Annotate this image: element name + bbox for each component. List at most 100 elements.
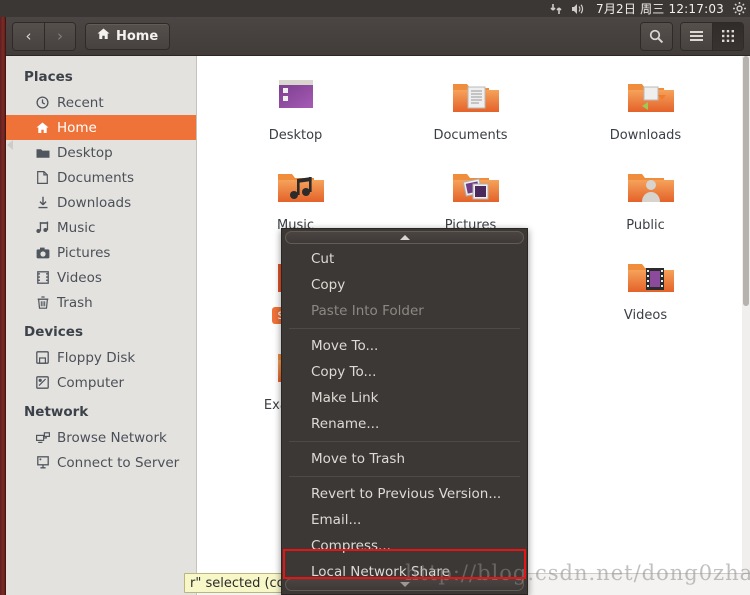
sidebar-section-devices: Devices: [24, 324, 83, 340]
menu-item-paste-into-folder: Paste Into Folder: [311, 303, 424, 319]
header-right-buttons: [640, 21, 744, 51]
breadcrumb-label: Home: [116, 28, 159, 44]
navigation-buttons: ‹ ›: [12, 21, 76, 51]
computer-icon: [35, 376, 50, 389]
scrollbar-thumb[interactable]: [743, 56, 749, 306]
home-icon: [97, 28, 110, 44]
sidebar-item-label: Trash: [57, 294, 93, 311]
videos-folder-icon: [618, 254, 674, 302]
menu-item-move-to-trash[interactable]: Move to Trash: [282, 446, 527, 472]
file-item-desktop[interactable]: Desktop: [218, 70, 373, 144]
network-icon: [35, 431, 50, 444]
menu-item-move-to[interactable]: Move To...: [282, 333, 527, 359]
file-item-downloads[interactable]: Downloads: [568, 70, 723, 144]
sidebar-item-label: Pictures: [57, 244, 111, 261]
sidebar-item-videos[interactable]: Videos: [6, 265, 196, 290]
sidebar-item-label: Desktop: [57, 144, 113, 161]
file-item-public[interactable]: Public: [568, 160, 723, 234]
download-icon: [35, 196, 50, 209]
file-item-music[interactable]: Music: [218, 160, 373, 234]
sidebar-collapse-arrow-icon[interactable]: [6, 140, 13, 150]
file-item-label: Public: [626, 218, 665, 233]
file-item-label: Desktop: [268, 128, 323, 143]
sidebar-item-label: Music: [57, 219, 96, 236]
floppy-icon: [35, 351, 50, 364]
folder-icon: [35, 147, 50, 159]
sidebar-item-computer[interactable]: Computer: [6, 370, 196, 395]
file-item-label: Documents: [433, 128, 508, 143]
music-folder-icon: [268, 164, 324, 212]
sidebar-item-browse-network[interactable]: Browse Network: [6, 425, 196, 450]
scroll-up-arrow-icon[interactable]: [285, 231, 524, 244]
sidebar-item-home[interactable]: Home: [6, 115, 196, 140]
sidebar-item-label: Home: [57, 119, 97, 136]
search-icon[interactable]: [641, 22, 672, 50]
downloads-folder-icon: [618, 74, 674, 122]
search-button-wrap: [640, 21, 673, 51]
menu-item-copy-to[interactable]: Copy To...: [282, 359, 527, 385]
pictures-folder-icon: [443, 164, 499, 212]
forward-button[interactable]: ›: [44, 22, 75, 50]
menu-item-make-link[interactable]: Make Link: [282, 385, 527, 411]
sidebar-item-connect-to-server[interactable]: Connect to Server: [6, 450, 196, 475]
context-menu-items: Cut Copy Paste Into Folder Move To... Co…: [282, 246, 527, 595]
annotation-highlight-box: [283, 549, 526, 579]
breadcrumb-home-button[interactable]: Home: [85, 22, 171, 50]
sidebar-section-network: Network: [24, 404, 89, 420]
menu-item-cut[interactable]: Cut: [282, 246, 527, 272]
content-scrollbar[interactable]: [742, 56, 750, 595]
sidebar-section-places: Places: [24, 69, 73, 85]
file-item-label: Downloads: [609, 128, 682, 143]
menu-item-copy[interactable]: Copy: [282, 272, 527, 298]
network-icon[interactable]: [550, 3, 563, 15]
icon-row: Music Pictures Public: [198, 160, 750, 234]
document-icon: [35, 171, 50, 184]
film-icon: [35, 271, 50, 284]
music-icon: [35, 221, 50, 234]
sidebar-item-trash[interactable]: Trash: [6, 290, 196, 315]
hamburger-menu-icon[interactable]: [681, 22, 712, 50]
sidebar-item-downloads[interactable]: Downloads: [6, 190, 196, 215]
sidebar-item-floppy-disk[interactable]: Floppy Disk: [6, 345, 196, 370]
sidebar-item-documents[interactable]: Documents: [6, 165, 196, 190]
server-icon: [35, 456, 50, 469]
settings-gear-icon[interactable]: [733, 2, 746, 15]
sidebar-item-label: Floppy Disk: [57, 349, 136, 366]
file-item-pictures[interactable]: Pictures: [393, 160, 548, 234]
back-button[interactable]: ‹: [13, 22, 44, 50]
home-icon: [35, 122, 50, 134]
trash-icon: [35, 296, 50, 309]
sidebar-item-music[interactable]: Music: [6, 215, 196, 240]
sidebar-item-label: Recent: [57, 94, 104, 111]
menu-separator: [289, 328, 520, 329]
volume-icon[interactable]: [571, 3, 586, 15]
sidebar-item-pictures[interactable]: Pictures: [6, 240, 196, 265]
header-bar: ‹ › Home: [6, 17, 750, 56]
desktop-folder-icon: [268, 74, 324, 122]
sidebar-item-label: Videos: [57, 269, 102, 286]
menu-separator: [289, 476, 520, 477]
menu-separator: [289, 441, 520, 442]
file-item-label: Videos: [623, 308, 668, 323]
sidebar-item-label: Browse Network: [57, 429, 167, 446]
sidebar-item-desktop[interactable]: Desktop: [6, 140, 196, 165]
grid-view-icon[interactable]: [712, 22, 743, 50]
sidebar-item-label: Documents: [57, 169, 134, 186]
file-item-documents[interactable]: Documents: [393, 70, 548, 144]
sidebar-item-label: Connect to Server: [57, 454, 180, 471]
context-menu[interactable]: Cut Copy Paste Into Folder Move To... Co…: [281, 228, 528, 595]
places-sidebar: Places Recent Home Desktop Documents Dow…: [6, 56, 197, 595]
clock-icon: [35, 96, 50, 109]
camera-icon: [35, 247, 50, 259]
clock-label[interactable]: 7月2日 周三 12:17:03: [596, 0, 724, 17]
sidebar-item-label: Computer: [57, 374, 125, 391]
menu-item-rename[interactable]: Rename...: [282, 411, 527, 437]
file-item-videos[interactable]: Videos: [568, 250, 723, 324]
icon-row: Desktop Documents Downloads: [198, 70, 750, 144]
documents-folder-icon: [443, 74, 499, 122]
sidebar-item-recent[interactable]: Recent: [6, 90, 196, 115]
menu-item-revert-to-previous-version[interactable]: Revert to Previous Version...: [282, 481, 527, 507]
menu-item-email[interactable]: Email...: [282, 507, 527, 533]
public-folder-icon: [618, 164, 674, 212]
view-buttons: [680, 21, 744, 51]
